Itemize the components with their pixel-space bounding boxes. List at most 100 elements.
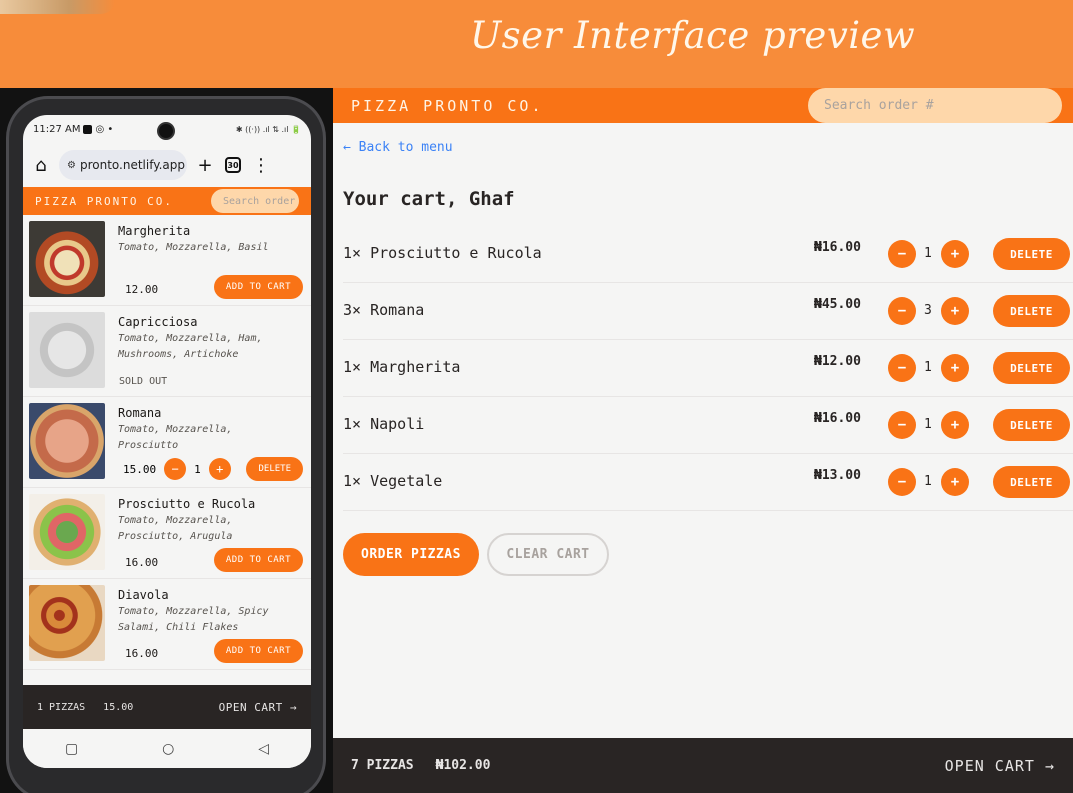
decrease-quantity-button[interactable]: − xyxy=(888,354,916,382)
item-quantity: 1 xyxy=(924,360,932,375)
cart-item-name: 1× Margherita xyxy=(343,358,461,376)
menu-item-name: Diavola xyxy=(118,588,169,602)
increase-quantity-button[interactable]: + xyxy=(208,458,231,480)
front-camera xyxy=(157,122,175,140)
home-nav-icon[interactable]: ○ xyxy=(162,741,174,757)
menu-item-ingredients: Tomato, Mozzarella, Ham, Mushrooms, Arti… xyxy=(118,333,263,360)
back-nav-icon[interactable]: ◁ xyxy=(258,741,269,757)
brand-logo[interactable]: PIZZA PRONTO CO. xyxy=(351,97,544,115)
item-quantity: 1 xyxy=(924,246,932,261)
decrease-quantity-button[interactable]: − xyxy=(164,458,187,480)
cart-total: 15.00 xyxy=(103,701,134,713)
cart-item-name: 1× Napoli xyxy=(343,415,425,433)
menu-item-name: Capricciosa xyxy=(118,315,198,329)
add-to-cart-button[interactable]: ADD TO CART xyxy=(213,639,303,663)
quantity-stepper: 15.00 − 1 + xyxy=(123,458,231,480)
decrease-quantity-button[interactable]: − xyxy=(888,411,916,439)
pizza-image-romana xyxy=(29,403,105,479)
mobile-brand[interactable]: PIZZA PRONTO CO. xyxy=(35,195,173,208)
cart-item-name: 3× Romana xyxy=(343,301,425,319)
page-title: Your cart, Ghaf xyxy=(343,188,515,210)
cart-item-name: 1× Prosciutto e Rucola xyxy=(343,244,542,262)
menu-item-price: 16.00 xyxy=(125,556,159,569)
cart-item: 1× Prosciutto e Rucola ₦16.00 − 1 + DELE… xyxy=(343,226,1073,283)
menu-item-ingredients: Tomato, Mozzarella, Basil xyxy=(118,242,269,253)
menu-item: Capricciosa Tomato, Mozzarella, Ham, Mus… xyxy=(23,306,311,397)
delete-item-button[interactable]: DELETE xyxy=(246,457,303,481)
preview-banner: User Interface preview xyxy=(0,0,1073,88)
decrease-quantity-button[interactable]: − xyxy=(888,297,916,325)
search-order-input[interactable]: Search order # xyxy=(808,88,1062,123)
menu-item-ingredients: Tomato, Mozzarella, Prosciutto xyxy=(118,424,233,451)
menu-item-name: Prosciutto e Rucola xyxy=(118,497,256,511)
menu-item-ingredients: Tomato, Mozzarella, Spicy Salami, Chili … xyxy=(118,606,269,633)
cart-item: 1× Napoli ₦16.00 − 1 + DELETE xyxy=(343,397,1073,454)
increase-quantity-button[interactable]: + xyxy=(941,411,969,439)
cart-item-price: ₦13.00 xyxy=(814,468,861,483)
delete-item-button[interactable]: DELETE xyxy=(993,238,1070,270)
increase-quantity-button[interactable]: + xyxy=(941,354,969,382)
order-pizzas-button[interactable]: ORDER PIZZAS xyxy=(343,533,479,576)
pizza-image-margherita xyxy=(29,221,105,297)
delete-item-button[interactable]: DELETE xyxy=(993,352,1070,384)
cart-item-price: ₦16.00 xyxy=(814,411,861,426)
add-to-cart-button[interactable]: ADD TO CART xyxy=(213,275,303,299)
android-nav-bar: ▢ ○ ◁ xyxy=(23,729,311,768)
cart-overview-footer: 7 PIZZAS ₦102.00 OPEN CART → xyxy=(333,738,1073,793)
cart-item: 1× Margherita ₦12.00 − 1 + DELETE xyxy=(343,340,1073,397)
open-cart-link[interactable]: OPEN CART → xyxy=(219,701,297,714)
site-settings-icon[interactable]: ⚙ xyxy=(67,160,76,171)
menu-item-price: 16.00 xyxy=(125,647,159,660)
clear-cart-button[interactable]: CLEAR CART xyxy=(487,533,609,576)
url-text: pronto.netlify.app xyxy=(79,158,186,172)
cart-item-price: ₦45.00 xyxy=(814,297,861,312)
open-cart-link[interactable]: OPEN CART → xyxy=(945,757,1055,775)
cart-item: 1× Vegetale ₦13.00 − 1 + DELETE xyxy=(343,454,1073,511)
menu-item-name: Romana xyxy=(118,406,162,420)
menu-item: Romana Tomato, Mozzarella, Prosciutto 15… xyxy=(23,397,311,488)
status-time: 11:27 AM xyxy=(33,123,81,135)
new-tab-icon[interactable]: + xyxy=(195,155,215,176)
desktop-app: PIZZA PRONTO CO. Search order # ← Back t… xyxy=(333,88,1073,793)
delete-item-button[interactable]: DELETE xyxy=(993,466,1070,498)
increase-quantity-button[interactable]: + xyxy=(941,468,969,496)
delete-item-button[interactable]: DELETE xyxy=(993,295,1070,327)
decrease-quantity-button[interactable]: − xyxy=(888,240,916,268)
sold-out-label: SOLD OUT xyxy=(119,376,168,387)
menu-item-price: 15.00 xyxy=(123,462,157,476)
pizza-image-diavola xyxy=(29,585,105,661)
add-to-cart-button[interactable]: ADD TO CART xyxy=(213,548,303,572)
url-bar[interactable]: ⚙ pronto.netlify.app xyxy=(59,150,187,180)
whatsapp-icon: ◎ • xyxy=(95,123,114,135)
banner-title: User Interface preview xyxy=(470,14,916,57)
decrease-quantity-button[interactable]: − xyxy=(888,468,916,496)
item-quantity: 1 xyxy=(924,417,932,432)
tabs-button[interactable]: 30 xyxy=(223,155,243,175)
delete-item-button[interactable]: DELETE xyxy=(993,409,1070,441)
item-quantity: 1 xyxy=(924,474,932,489)
pizza-image-prosciutto-e-rucola xyxy=(29,494,105,570)
cart-list: 1× Prosciutto e Rucola ₦16.00 − 1 + DELE… xyxy=(343,226,1073,511)
increase-quantity-button[interactable]: + xyxy=(941,240,969,268)
notification-icon xyxy=(83,124,93,134)
menu-item: Margherita Tomato, Mozzarella, Basil 12.… xyxy=(23,215,311,306)
recents-icon[interactable]: ▢ xyxy=(65,741,78,757)
banner-decoration xyxy=(0,0,115,14)
menu-item-ingredients: Tomato, Mozzarella, Prosciutto, Arugula xyxy=(118,515,233,542)
pizza-image-capricciosa xyxy=(29,312,105,388)
more-menu-icon[interactable]: ⋮ xyxy=(251,155,271,176)
home-icon[interactable]: ⌂ xyxy=(31,155,51,176)
item-quantity: 3 xyxy=(924,303,932,318)
app-header: PIZZA PRONTO CO. Search order # xyxy=(333,88,1073,123)
menu-item: Prosciutto e Rucola Tomato, Mozzarella, … xyxy=(23,488,311,579)
mobile-cart-overview: 1 PIZZAS 15.00 OPEN CART → xyxy=(23,685,311,729)
increase-quantity-button[interactable]: + xyxy=(941,297,969,325)
pizza-count: 1 PIZZAS xyxy=(37,701,86,713)
back-to-menu-link[interactable]: ← Back to menu xyxy=(343,140,453,155)
mobile-menu-list: Margherita Tomato, Mozzarella, Basil 12.… xyxy=(23,215,311,670)
mobile-search-input[interactable]: Search order # xyxy=(211,189,299,213)
status-icons: ✱ ((·)) .ıl ⇅ .ıl 🔋 xyxy=(235,124,301,134)
browser-toolbar: ⌂ ⚙ pronto.netlify.app + 30 ⋮ xyxy=(23,143,311,187)
menu-item-name: Margherita xyxy=(118,224,191,238)
status-bar: 11:27 AM ◎ • ✱ ((·)) .ıl ⇅ .ıl 🔋 xyxy=(23,115,311,143)
